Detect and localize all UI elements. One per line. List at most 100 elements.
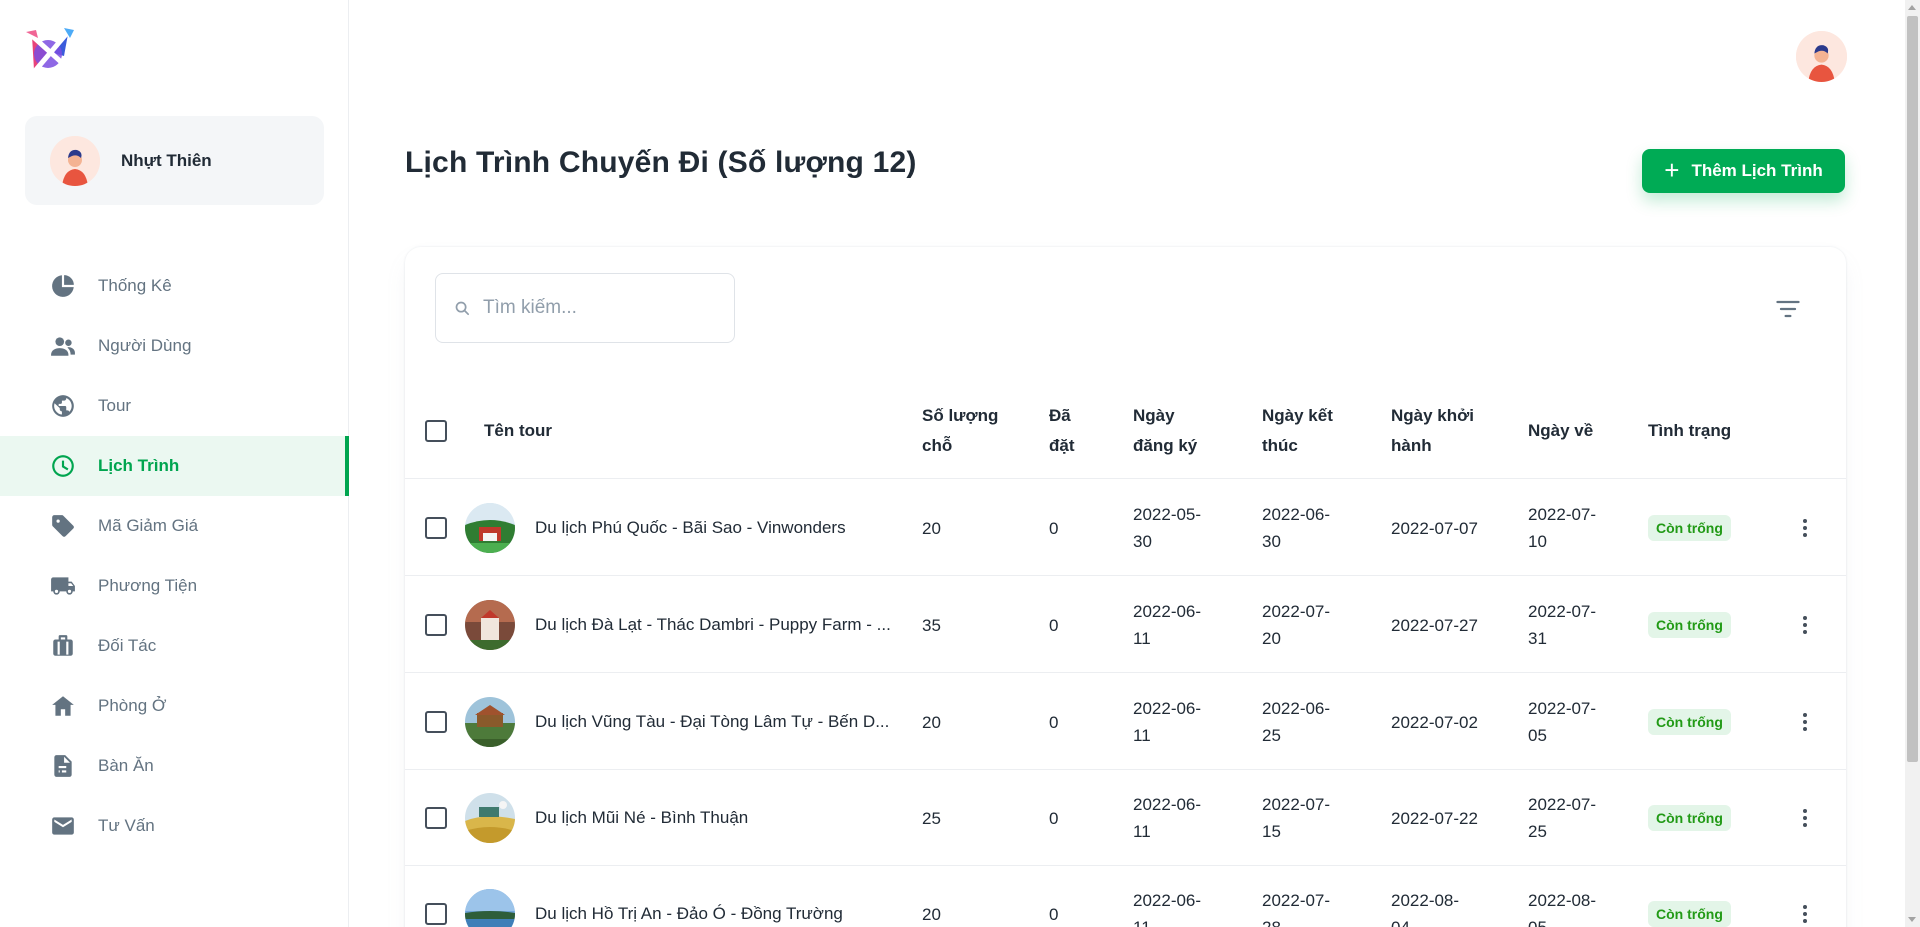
tour-thumbnail (465, 600, 515, 650)
date-line: 11 (1133, 822, 1151, 841)
date-line: 05 (1528, 726, 1547, 745)
sidebar-item-label: Tour (98, 396, 132, 415)
sidebar-item-thong-ke[interactable]: Thống Kê (0, 256, 349, 316)
column-header-return-date[interactable]: Ngày về (1528, 383, 1593, 479)
briefcase-icon (50, 633, 76, 659)
column-header-registration-line2: đăng ký (1133, 436, 1198, 455)
row-checkbox[interactable] (425, 614, 447, 636)
seats-cell: 35 (922, 615, 941, 635)
date-line: 2022-08- (1391, 891, 1460, 910)
table-row[interactable]: Du lịch Phú Quốc - Bãi Sao - Vinwonders … (405, 480, 1846, 576)
date-line: 20 (1262, 629, 1281, 648)
column-header-status[interactable]: Tình trạng (1648, 383, 1731, 479)
departure-date-cell: 2022-07-02 (1391, 674, 1478, 770)
column-header-name[interactable]: Tên tour (484, 383, 552, 479)
tour-thumbnail (465, 889, 515, 927)
page-scrollbar[interactable] (1905, 0, 1920, 927)
date-line: 31 (1528, 629, 1547, 648)
date-line: 2022-07- (1528, 602, 1597, 621)
sidebar-item-tour[interactable]: Tour (0, 376, 349, 436)
return-date-cell: 2022-07- 10 (1528, 480, 1596, 576)
departure-date-cell: 2022-07-27 (1391, 577, 1478, 673)
tour-name: Du lịch Mũi Né - Bình Thuận (535, 808, 749, 827)
people-icon (50, 333, 76, 359)
date-line: 30 (1133, 532, 1152, 551)
more-vertical-icon[interactable] (1793, 613, 1817, 637)
return-date-cell: 2022-07- 25 (1528, 770, 1596, 866)
date-line: 2022-06- (1133, 602, 1202, 621)
schedule-table-card: Tên tour Số lượng chỗ Đã đặt Ngày đăng k… (405, 247, 1846, 927)
date-line: 2022-07-07 (1391, 518, 1478, 538)
booked-cell: 0 (1049, 904, 1059, 924)
seats-cell: 20 (922, 712, 941, 732)
end-date-cell: 2022-07- 28 (1262, 866, 1330, 927)
date-line: 2022-06- (1133, 795, 1202, 814)
search-input[interactable] (483, 297, 713, 319)
user-name: Nhựt Thiên (121, 150, 212, 170)
end-date-cell: 2022-06- 25 (1262, 674, 1330, 770)
date-line: 11 (1133, 914, 1151, 927)
sidebar-item-tu-van[interactable]: Tư Vấn (0, 796, 349, 856)
status-cell: Còn trống (1648, 770, 1731, 866)
column-header-departure-date[interactable]: Ngày khởi hành (1391, 383, 1474, 479)
filter-list-icon[interactable] (1774, 295, 1802, 323)
column-header-departure-line2: hành (1391, 436, 1432, 455)
more-vertical-icon[interactable] (1793, 902, 1817, 926)
select-all-checkbox[interactable] (425, 420, 447, 442)
scroll-up-arrow-icon[interactable] (1908, 5, 1916, 10)
status-badge: Còn trống (1648, 709, 1731, 735)
more-vertical-icon[interactable] (1793, 516, 1817, 540)
row-checkbox[interactable] (425, 807, 447, 829)
add-schedule-label: Thêm Lịch Trình (1691, 161, 1823, 180)
column-header-booked[interactable]: Đã đặt (1049, 383, 1075, 479)
tour-name: Du lịch Đà Lạt - Thác Dambri - Puppy Far… (535, 615, 891, 634)
status-cell: Còn trống (1648, 577, 1731, 673)
column-header-seats[interactable]: Số lượng chỗ (922, 383, 998, 479)
row-checkbox[interactable] (425, 711, 447, 733)
sidebar-item-ma-giam-gia[interactable]: Mã Giảm Giá (0, 496, 349, 556)
sidebar-item-label: Phòng Ở (98, 696, 167, 715)
more-vertical-icon[interactable] (1793, 806, 1817, 830)
date-line: 2022-07- (1528, 505, 1597, 524)
column-header-end-date[interactable]: Ngày kết thúc (1262, 383, 1333, 479)
status-cell: Còn trống (1648, 480, 1731, 576)
row-checkbox[interactable] (425, 903, 447, 925)
date-line: 2022-07- (1262, 602, 1331, 621)
add-schedule-button[interactable]: + Thêm Lịch Trình (1642, 149, 1845, 193)
sidebar-item-lich-trinh[interactable]: Lịch Trình (0, 436, 349, 496)
table-row[interactable]: Du lịch Vũng Tàu - Đại Tòng Lâm Tự - Bến… (405, 674, 1846, 770)
table-row[interactable]: Du lịch Đà Lạt - Thác Dambri - Puppy Far… (405, 577, 1846, 673)
return-date-cell: 2022-08- 05 (1528, 866, 1596, 927)
more-vertical-icon[interactable] (1793, 710, 1817, 734)
tour-name: Du lịch Phú Quốc - Bãi Sao - Vinwonders (535, 518, 846, 537)
date-line: 2022-07- (1262, 891, 1331, 910)
end-date-cell: 2022-06- 30 (1262, 480, 1330, 576)
scroll-down-arrow-icon[interactable] (1908, 917, 1916, 922)
sidebar-item-label: Mã Giảm Giá (98, 516, 199, 535)
search-box[interactable] (435, 273, 735, 343)
sidebar-item-doi-tac[interactable]: Đối Tác (0, 616, 349, 676)
registration-date-cell: 2022-06- 11 (1133, 577, 1201, 673)
table-row[interactable]: Du lịch Hồ Trị An - Đảo Ó - Đồng Trường … (405, 866, 1846, 927)
user-card[interactable]: Nhựt Thiên (25, 116, 324, 205)
account-avatar[interactable] (1796, 31, 1847, 82)
departure-date-cell: 2022-07-22 (1391, 770, 1478, 866)
sidebar-item-ban-an[interactable]: Bàn Ăn (0, 736, 349, 796)
date-line: 2022-07-27 (1391, 615, 1478, 635)
status-badge: Còn trống (1648, 515, 1731, 541)
column-header-seats-line2: chỗ (922, 436, 953, 455)
date-line: 2022-06- (1262, 505, 1331, 524)
sidebar-item-phuong-tien[interactable]: Phương Tiện (0, 556, 349, 616)
home-icon (50, 693, 76, 719)
date-line: 10 (1528, 532, 1547, 551)
sidebar-item-phong-o[interactable]: Phòng Ở (0, 676, 349, 736)
table-row[interactable]: Du lịch Mũi Né - Bình Thuận 25 0 2022-06… (405, 770, 1846, 866)
scrollbar-thumb[interactable] (1907, 16, 1918, 762)
status-cell: Còn trống (1648, 674, 1731, 770)
sidebar-item-nguoi-dung[interactable]: Người Dùng (0, 316, 349, 376)
column-header-registration-date[interactable]: Ngày đăng ký (1133, 383, 1197, 479)
app-logo[interactable] (24, 26, 76, 78)
row-checkbox[interactable] (425, 517, 447, 539)
truck-icon (50, 573, 76, 599)
table-header: Tên tour Số lượng chỗ Đã đặt Ngày đăng k… (405, 383, 1846, 479)
